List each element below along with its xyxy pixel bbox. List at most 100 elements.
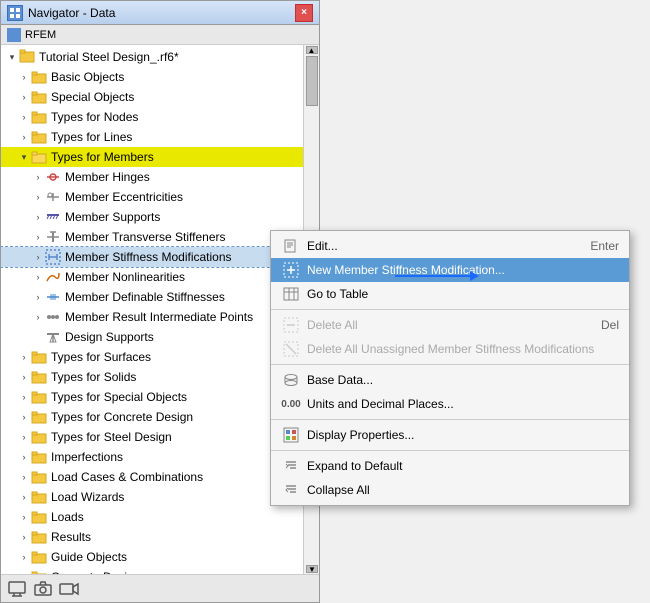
item-label: Member Eccentricities (65, 190, 183, 204)
expand-icon: › (31, 270, 45, 284)
tree-item-guide-objects[interactable]: › Guide Objects (1, 547, 319, 567)
folder-icon (31, 430, 47, 444)
menu-item-expand-default[interactable]: Expand to Default (271, 454, 629, 478)
scroll-up[interactable]: ▲ (306, 46, 318, 54)
tree-item-special-objects[interactable]: › Special Objects (1, 87, 319, 107)
separator2 (271, 364, 629, 365)
item-label: Member Nonlinearities (65, 270, 185, 284)
expand-icon: › (17, 70, 31, 84)
root-expand-icon: ▾ (5, 50, 19, 64)
item-label: Member Definable Stiffnesses (65, 290, 225, 304)
expand-icon: › (17, 110, 31, 124)
item-label: Design Supports (65, 330, 154, 344)
menu-item-go-to-table[interactable]: Go to Table (271, 282, 629, 306)
menu-label: Delete All Unassigned Member Stiffness M… (307, 342, 619, 356)
item-label: Load Cases & Combinations (51, 470, 203, 484)
tree-item-member-supports[interactable]: › Member Supports (1, 207, 319, 227)
folder-icon (31, 410, 47, 424)
expand-icon: › (31, 230, 45, 244)
expand-icon: › (17, 350, 31, 364)
expand-icon: › (17, 390, 31, 404)
tree-item-types-lines[interactable]: › Types for Lines (1, 127, 319, 147)
expand-icon: ▾ (17, 150, 31, 164)
tree-item-types-nodes[interactable]: › Types for Nodes (1, 107, 319, 127)
folder-icon (31, 390, 47, 404)
close-button[interactable]: × (295, 4, 313, 22)
expand-icon: › (31, 310, 45, 324)
expand-icon: › (17, 470, 31, 484)
design-support-icon (45, 329, 61, 345)
separator1 (271, 309, 629, 310)
folder-icon (31, 130, 47, 144)
item-label: Imperfections (51, 450, 123, 464)
tree-item-loads[interactable]: › Loads (1, 507, 319, 527)
item-label: Loads (51, 510, 84, 524)
item-label: Guide Objects (51, 550, 127, 564)
rfem-icon (7, 28, 21, 42)
hinge-icon (45, 169, 61, 185)
arrow-indicator (395, 271, 479, 281)
folder-icon (31, 70, 47, 84)
menu-item-display-properties[interactable]: Display Properties... (271, 423, 629, 447)
screen-icon[interactable] (7, 579, 27, 599)
camera-icon[interactable] (33, 579, 53, 599)
folder-icon (31, 110, 47, 124)
folder-icon (31, 90, 47, 104)
tree-item-member-eccentricities[interactable]: › Member Eccentricities (1, 187, 319, 207)
tree-item-results[interactable]: › Results (1, 527, 319, 547)
scroll-down[interactable]: ▼ (306, 565, 318, 573)
stiffness-icon (45, 249, 61, 265)
separator3 (271, 419, 629, 420)
item-label: Types for Steel Design (51, 430, 172, 444)
item-label: Member Stiffness Modifications (65, 250, 232, 264)
expand-icon (281, 456, 301, 476)
folder-icon (31, 470, 47, 484)
bottom-bar (1, 574, 319, 602)
menu-item-units[interactable]: 0.00 Units and Decimal Places... (271, 392, 629, 416)
item-label: Types for Special Objects (51, 390, 187, 404)
menu-item-delete-all[interactable]: Delete All Del (271, 313, 629, 337)
item-label: Member Result Intermediate Points (65, 310, 253, 324)
folder-icon (31, 450, 47, 464)
item-label: Member Transverse Stiffeners (65, 230, 226, 244)
support-icon (45, 209, 61, 225)
menu-label: Base Data... (307, 373, 619, 387)
expand-icon: › (31, 170, 45, 184)
root-label: Tutorial Steel Design_.rf6* (39, 50, 179, 64)
tree-root[interactable]: ▾ Tutorial Steel Design_.rf6* (1, 47, 319, 67)
expand-icon: › (31, 190, 45, 204)
scroll-thumb[interactable] (306, 56, 318, 106)
menu-label: Units and Decimal Places... (307, 397, 619, 411)
nonlinearity-icon (45, 269, 61, 285)
display-icon (281, 425, 301, 445)
menu-item-collapse-all[interactable]: Collapse All (271, 478, 629, 502)
menu-item-edit[interactable]: Edit... Enter (271, 234, 629, 258)
units-icon: 0.00 (281, 394, 301, 414)
menu-label: Expand to Default (307, 459, 619, 473)
collapse-icon (281, 480, 301, 500)
item-label: Results (51, 530, 91, 544)
item-label: Special Objects (51, 90, 134, 104)
menu-item-delete-unassigned[interactable]: Delete All Unassigned Member Stiffness M… (271, 337, 629, 361)
expand-icon: › (17, 510, 31, 524)
folder-icon (31, 530, 47, 544)
folder-icon (31, 550, 47, 564)
tree-item-concrete-design[interactable]: › Concrete Design (1, 567, 319, 574)
definable-icon (45, 289, 61, 305)
item-label: Types for Members (51, 150, 154, 164)
expand-icon: › (31, 290, 45, 304)
eccentricity-icon (45, 189, 61, 205)
folder-icon (31, 490, 47, 504)
expand-icon: › (31, 250, 45, 264)
expand-icon (31, 330, 45, 344)
expand-icon: › (31, 210, 45, 224)
tree-item-basic-objects[interactable]: › Basic Objects (1, 67, 319, 87)
expand-icon: › (17, 370, 31, 384)
tree-item-member-hinges[interactable]: › Member Hinges (1, 167, 319, 187)
folder-open-icon (31, 150, 47, 164)
video-icon[interactable] (59, 579, 79, 599)
tree-item-types-members[interactable]: ▾ Types for Members (1, 147, 319, 167)
menu-item-base-data[interactable]: Base Data... (271, 368, 629, 392)
folder-icon (31, 350, 47, 364)
delete-icon (281, 315, 301, 335)
